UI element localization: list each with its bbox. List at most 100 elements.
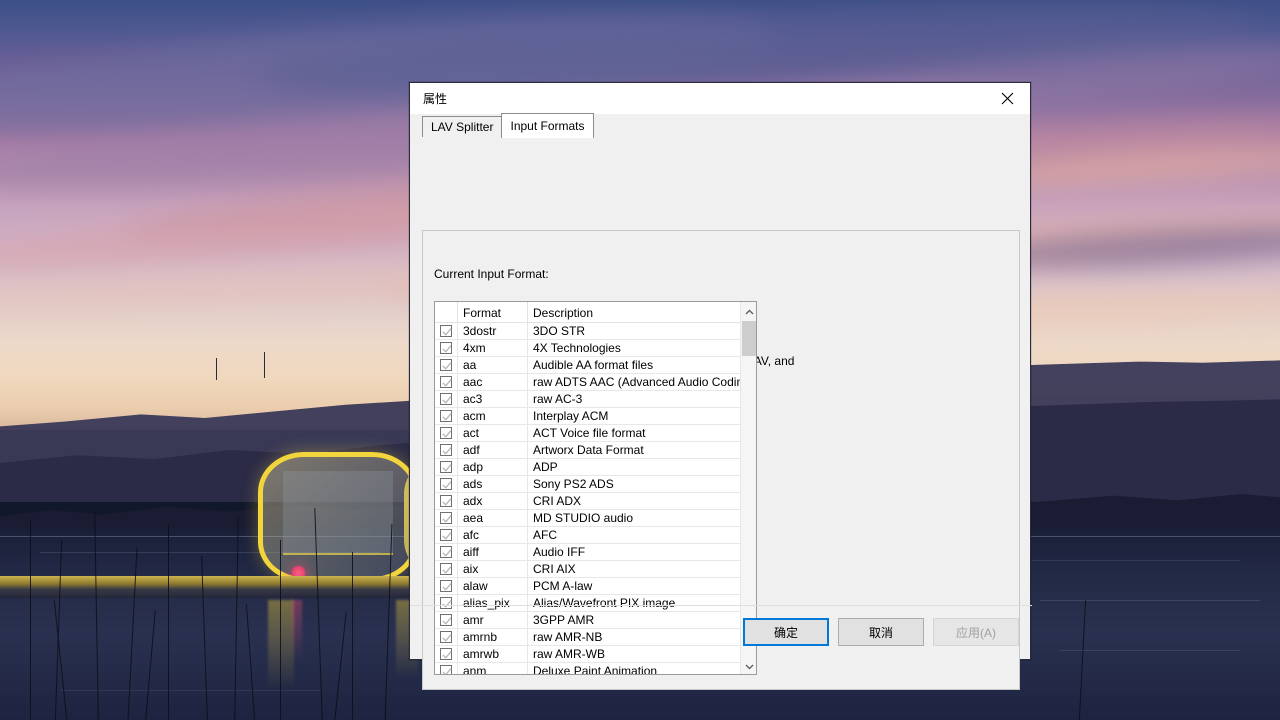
table-row[interactable]: aacraw ADTS AAC (Advanced Audio Coding) xyxy=(435,374,742,391)
checkbox-icon[interactable] xyxy=(440,376,452,388)
cell-description: Interplay ACM xyxy=(528,408,742,425)
cell-description: Artworx Data Format xyxy=(528,442,742,459)
row-checkbox[interactable] xyxy=(435,476,458,493)
table-row[interactable]: amrwbraw AMR-WB xyxy=(435,646,742,663)
scroll-thumb[interactable] xyxy=(742,321,756,356)
checkbox-icon[interactable] xyxy=(440,427,452,439)
row-checkbox[interactable] xyxy=(435,510,458,527)
table-row[interactable]: ac3raw AC-3 xyxy=(435,391,742,408)
description-line: Current Input Format: xyxy=(434,267,794,282)
header-description[interactable]: Description xyxy=(528,302,742,323)
cell-format: alaw xyxy=(458,578,528,595)
table-row[interactable]: adsSony PS2 ADS xyxy=(435,476,742,493)
cell-description: 3GPP AMR xyxy=(528,612,742,629)
row-checkbox[interactable] xyxy=(435,374,458,391)
row-checkbox[interactable] xyxy=(435,544,458,561)
row-checkbox[interactable] xyxy=(435,578,458,595)
cell-description: Audio IFF xyxy=(528,544,742,561)
water-highlight xyxy=(60,690,320,691)
cell-format: aa xyxy=(458,357,528,374)
scroll-down-button[interactable] xyxy=(741,657,757,674)
reflection xyxy=(268,600,294,690)
row-checkbox[interactable] xyxy=(435,340,458,357)
table-row[interactable]: acmInterplay ACM xyxy=(435,408,742,425)
water-highlight xyxy=(1060,650,1240,651)
table-row[interactable]: amrnbraw AMR-NB xyxy=(435,629,742,646)
cell-description: Sony PS2 ADS xyxy=(528,476,742,493)
apply-button: 应用(A) xyxy=(933,618,1019,646)
ok-button[interactable]: 确定 xyxy=(743,618,829,646)
checkbox-icon[interactable] xyxy=(440,563,452,575)
row-checkbox[interactable] xyxy=(435,459,458,476)
row-checkbox[interactable] xyxy=(435,527,458,544)
checkbox-icon[interactable] xyxy=(440,461,452,473)
row-checkbox[interactable] xyxy=(435,323,458,340)
row-checkbox[interactable] xyxy=(435,663,458,676)
close-button[interactable] xyxy=(984,83,1030,113)
table-row[interactable]: aiffAudio IFF xyxy=(435,544,742,561)
cell-format: amrwb xyxy=(458,646,528,663)
checkbox-icon[interactable] xyxy=(440,580,452,592)
row-checkbox[interactable] xyxy=(435,408,458,425)
row-checkbox[interactable] xyxy=(435,629,458,646)
table-row[interactable]: actACT Voice file format xyxy=(435,425,742,442)
cell-format: ac3 xyxy=(458,391,528,408)
row-checkbox[interactable] xyxy=(435,425,458,442)
table-row[interactable]: 4xm4X Technologies xyxy=(435,340,742,357)
table-row[interactable]: aaAudible AA format files xyxy=(435,357,742,374)
water-highlight xyxy=(1040,600,1260,601)
table-row[interactable]: aeaMD STUDIO audio xyxy=(435,510,742,527)
cell-format: amr xyxy=(458,612,528,629)
row-checkbox[interactable] xyxy=(435,612,458,629)
cancel-button[interactable]: 取消 xyxy=(838,618,924,646)
table-row[interactable]: 3dostr3DO STR xyxy=(435,323,742,340)
table-row[interactable]: amr3GPP AMR xyxy=(435,612,742,629)
checkbox-icon[interactable] xyxy=(440,359,452,371)
cell-format: adp xyxy=(458,459,528,476)
checkbox-icon[interactable] xyxy=(440,444,452,456)
dialog-titlebar[interactable]: 属性 xyxy=(410,83,1030,114)
checkbox-icon[interactable] xyxy=(440,342,452,354)
checkbox-icon[interactable] xyxy=(440,614,452,626)
checkbox-icon[interactable] xyxy=(440,393,452,405)
list-header-row: Format Description xyxy=(435,302,756,323)
list-rows-viewport[interactable]: 3dostr3DO STR4xm4X TechnologiesaaAudible… xyxy=(435,323,742,675)
tab-input-formats[interactable]: Input Formats xyxy=(501,113,593,138)
formats-list[interactable]: Format Description 3dostr3DO STR4xm4X Te… xyxy=(434,301,757,675)
checkbox-icon[interactable] xyxy=(440,546,452,558)
table-row[interactable]: anmDeluxe Paint Animation xyxy=(435,663,742,675)
checkbox-icon[interactable] xyxy=(440,665,452,675)
cell-format: 4xm xyxy=(458,340,528,357)
checkbox-icon[interactable] xyxy=(440,648,452,660)
checkbox-icon[interactable] xyxy=(440,529,452,541)
checkbox-icon[interactable] xyxy=(440,631,452,643)
checkbox-icon[interactable] xyxy=(440,325,452,337)
tab-lav-splitter[interactable]: LAV Splitter xyxy=(422,116,502,137)
checkbox-icon[interactable] xyxy=(440,512,452,524)
table-row[interactable]: aixCRI AIX xyxy=(435,561,742,578)
cell-format: afc xyxy=(458,527,528,544)
checkbox-icon[interactable] xyxy=(440,597,452,609)
table-row[interactable]: alias_pixAlias/Wavefront PIX image xyxy=(435,595,742,612)
checkbox-icon[interactable] xyxy=(440,478,452,490)
antenna-tower xyxy=(264,352,265,378)
table-row[interactable]: afcAFC xyxy=(435,527,742,544)
checkbox-icon[interactable] xyxy=(440,495,452,507)
scroll-up-button[interactable] xyxy=(741,302,757,319)
row-checkbox[interactable] xyxy=(435,493,458,510)
table-row[interactable]: adfArtworx Data Format xyxy=(435,442,742,459)
checkbox-icon[interactable] xyxy=(440,410,452,422)
table-row[interactable]: adpADP xyxy=(435,459,742,476)
row-checkbox[interactable] xyxy=(435,561,458,578)
table-row[interactable]: adxCRI ADX xyxy=(435,493,742,510)
properties-dialog: 属性 LAV Splitter Input Formats Current In… xyxy=(409,82,1031,660)
close-icon xyxy=(1001,92,1014,105)
row-checkbox[interactable] xyxy=(435,595,458,612)
row-checkbox[interactable] xyxy=(435,357,458,374)
row-checkbox[interactable] xyxy=(435,646,458,663)
header-format[interactable]: Format xyxy=(458,302,528,323)
row-checkbox[interactable] xyxy=(435,391,458,408)
cell-format: amrnb xyxy=(458,629,528,646)
row-checkbox[interactable] xyxy=(435,442,458,459)
table-row[interactable]: alawPCM A-law xyxy=(435,578,742,595)
